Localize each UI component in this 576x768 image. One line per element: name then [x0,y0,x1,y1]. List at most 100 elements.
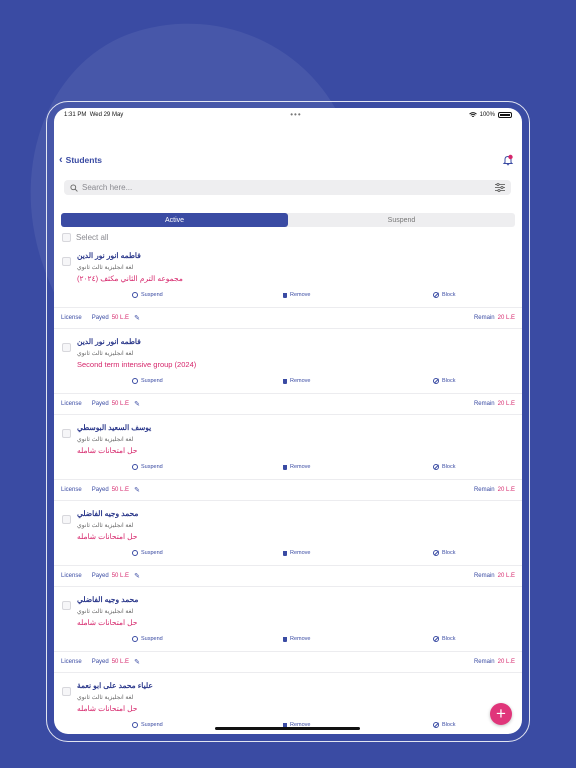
remain-value: 20 L.E [497,487,515,493]
student-checkbox[interactable] [62,429,71,438]
block-icon [433,378,439,384]
student-card: فاطمه انور نور الدين لغة انجليزية ثالث ث… [54,248,522,334]
student-group: حل امتحانات شامله [77,532,138,541]
page-title: Students [65,155,103,165]
student-name: علياء محمد على ابو نعمة [77,681,153,690]
pencil-icon[interactable]: ✎ [134,486,140,494]
divider [54,328,522,329]
block-icon [433,636,439,642]
suspend-button[interactable]: Suspend [132,550,163,556]
status-time-date: 1:31 PM Wed 29 May [64,112,123,118]
battery-icon [497,112,512,118]
remain-label: Remain [473,315,495,321]
sliders-icon[interactable] [495,183,505,192]
block-icon [433,722,439,728]
suspend-button[interactable]: Suspend [132,636,163,642]
student-level: لغة انجليزية ثالث ثانوي [77,609,134,615]
remain-value: 20 L.E [497,315,515,321]
bell-icon[interactable] [502,154,514,166]
status-right: 100% [468,112,512,118]
student-checkbox[interactable] [62,687,71,696]
student-checkbox[interactable] [62,257,71,266]
student-group: مجموعه الترم الثاني مكثف (٢٠٢٤) [77,274,183,283]
student-checkbox[interactable] [62,343,71,352]
remove-button[interactable]: Remove [283,378,310,384]
block-icon [433,550,439,556]
students-list: فاطمه انور نور الدين لغة انجليزية ثالث ث… [54,248,522,734]
license-link[interactable]: License [61,315,82,321]
block-label: Block [442,378,456,384]
remove-button[interactable]: Remove [283,636,310,642]
select-all[interactable]: Select all [62,233,108,242]
license-link[interactable]: License [61,401,82,407]
license-link[interactable]: License [61,659,82,665]
suspend-button[interactable]: Suspend [132,292,163,298]
add-student-button[interactable]: + [490,703,512,725]
suspend-icon [132,722,138,728]
student-actions: Suspend Remove Block [54,292,522,300]
remove-button[interactable]: Remove [283,292,310,298]
block-button[interactable]: Block [433,636,455,642]
student-actions: Suspend Remove Block [54,464,522,472]
divider [54,586,522,587]
divider [54,651,522,652]
remove-button[interactable]: Remove [283,550,310,556]
student-name: فاطمه انور نور الدين [77,251,141,260]
suspend-button[interactable]: Suspend [132,464,163,470]
license-row: License Payed 50 L.E ✎ Remain 20 L.E [54,570,522,582]
license-link[interactable]: License [61,573,82,579]
search-icon [70,183,78,192]
block-button[interactable]: Block [433,464,455,470]
student-checkbox[interactable] [62,515,71,524]
payed-value: 50 L.E [111,659,130,665]
status-time: 1:31 PM [64,112,87,118]
suspend-icon [132,292,138,298]
student-name: محمد وجيه الفاضلي [77,509,139,518]
search-bar [64,180,511,195]
tab-active[interactable]: Active [61,213,288,227]
suspend-button[interactable]: Suspend [132,722,163,728]
license-row: License Payed 50 L.E ✎ Remain 20 L.E [54,312,522,324]
student-level: لغة انجليزية ثالث ثانوي [77,265,134,271]
back-button[interactable]: ‹ Students [59,154,103,166]
suspend-button[interactable]: Suspend [132,378,163,384]
remove-label: Remove [290,464,311,470]
student-checkbox[interactable] [62,601,71,610]
block-button[interactable]: Block [433,550,455,556]
block-icon [433,464,439,470]
pencil-icon[interactable]: ✎ [134,314,140,322]
student-actions: Suspend Remove Block [54,378,522,386]
payed-value: 50 L.E [111,573,130,579]
battery-level: 100% [479,112,495,118]
block-button[interactable]: Block [433,378,455,384]
student-level: لغة انجليزية ثالث ثانوي [77,437,134,443]
pencil-icon[interactable]: ✎ [134,400,140,408]
status-date: Wed 29 May [89,112,124,118]
status-bar: 1:31 PM Wed 29 May ••• 100% [54,108,522,122]
block-icon [433,292,439,298]
remove-label: Remove [290,292,311,298]
student-card: فاطمه انور نور الدين لغة انجليزية ثالث ث… [54,334,522,420]
student-group: حل امتحانات شامله [77,618,138,627]
suspend-icon [132,550,138,556]
divider [54,479,522,480]
remain-label: Remain [473,573,495,579]
block-button[interactable]: Block [433,292,455,298]
pencil-icon[interactable]: ✎ [134,572,140,580]
block-button[interactable]: Block [433,722,455,728]
student-card: يوسف السعيد البوسطي لغة انجليزية ثالث ثا… [54,420,522,506]
suspend-label: Suspend [141,292,163,298]
license-link[interactable]: License [61,487,82,493]
license-row: License Payed 50 L.E ✎ Remain 20 L.E [54,398,522,410]
student-level: لغة انجليزية ثالث ثانوي [77,523,134,529]
select-all-checkbox[interactable] [62,233,71,242]
remove-button[interactable]: Remove [283,464,310,470]
tab-suspend[interactable]: Suspend [288,213,515,227]
suspend-label: Suspend [141,636,163,642]
pencil-icon[interactable]: ✎ [134,658,140,666]
home-indicator[interactable] [215,727,360,730]
student-name: فاطمه انور نور الدين [77,337,141,346]
multitask-dots-icon[interactable]: ••• [290,111,301,119]
payed-label: Payed [91,487,109,493]
search-input[interactable] [82,183,491,192]
